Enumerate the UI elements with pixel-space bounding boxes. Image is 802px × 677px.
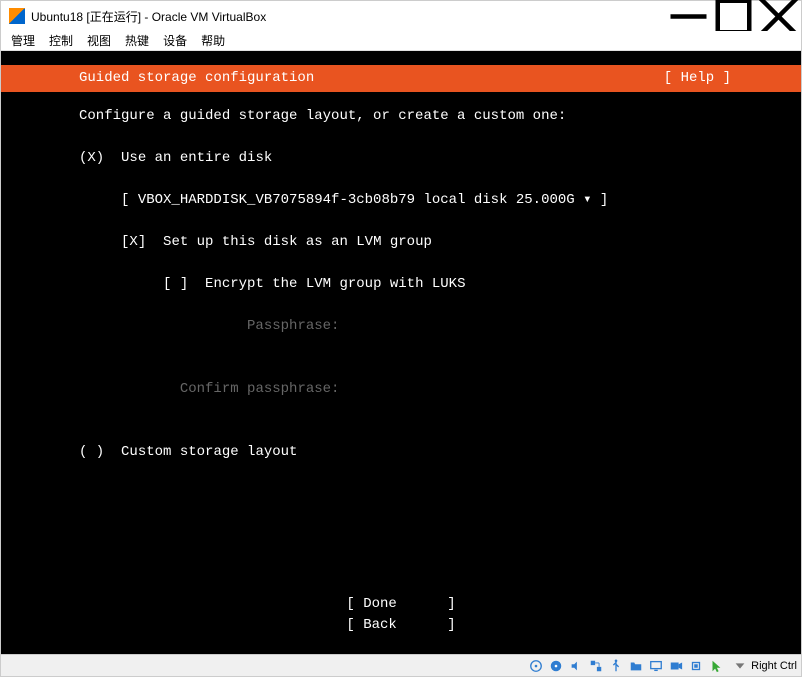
host-key-label: Right Ctrl (751, 660, 797, 672)
installer-header-bar: Guided storage configuration [ Help ] (1, 65, 801, 92)
recording-icon[interactable] (667, 658, 685, 674)
option-entire-disk-marker[interactable]: (X) (79, 150, 104, 166)
luks-checkbox-label: Encrypt the LVM group with LUKS (205, 276, 465, 292)
menubar: 管理 控制 视图 热键 设备 帮助 (1, 31, 801, 51)
optical-drive-icon[interactable] (547, 658, 565, 674)
option-entire-disk-label: Use an entire disk (121, 150, 272, 166)
minimize-button[interactable] (666, 1, 711, 31)
luks-checkbox-marker[interactable]: [ ] (163, 276, 188, 292)
installer-body: Configure a guided storage layout, or cr… (1, 92, 801, 463)
vm-display[interactable]: Guided storage configuration [ Help ] Co… (1, 51, 801, 654)
window-title: Ubuntu18 [正在运行] - Oracle VM VirtualBox (31, 8, 266, 25)
close-button[interactable] (756, 1, 801, 31)
installer-header-title: Guided storage configuration (1, 68, 664, 89)
menu-help[interactable]: 帮助 (201, 32, 225, 49)
hard-disk-icon[interactable] (527, 658, 545, 674)
menu-view[interactable]: 视图 (87, 32, 111, 49)
menu-control[interactable]: 控制 (49, 32, 73, 49)
disk-selector[interactable]: [ VBOX_HARDDISK_VB7075894f-3cb08b79 loca… (121, 192, 608, 208)
statusbar: Right Ctrl (1, 654, 801, 676)
virtualbox-app-icon (9, 8, 25, 24)
lvm-checkbox-label: Set up this disk as an LVM group (163, 234, 432, 250)
option-custom-label: Custom storage layout (121, 444, 297, 460)
help-button[interactable]: [ Help ] (664, 68, 801, 89)
back-button[interactable]: [ Back ] (346, 617, 455, 633)
done-button[interactable]: [ Done ] (346, 596, 455, 612)
usb-icon[interactable] (607, 658, 625, 674)
keyboard-down-icon (733, 659, 747, 673)
network-icon[interactable] (587, 658, 605, 674)
option-custom-marker[interactable]: ( ) (79, 444, 104, 460)
confirm-passphrase-label: Confirm passphrase: (180, 381, 340, 397)
titlebar: Ubuntu18 [正在运行] - Oracle VM VirtualBox (1, 1, 801, 31)
installer-prompt: Configure a guided storage layout, or cr… (79, 108, 566, 124)
display-icon[interactable] (647, 658, 665, 674)
mouse-integration-icon[interactable] (707, 658, 725, 674)
processor-icon[interactable] (687, 658, 705, 674)
menu-hotkeys[interactable]: 热键 (125, 32, 149, 49)
host-key-indicator[interactable]: Right Ctrl (733, 659, 797, 673)
menu-devices[interactable]: 设备 (163, 32, 187, 49)
audio-icon[interactable] (567, 658, 585, 674)
lvm-checkbox-marker[interactable]: [X] (121, 234, 146, 250)
maximize-button[interactable] (711, 1, 756, 31)
installer-buttons: [ Done ] [ Back ] (1, 594, 801, 636)
shared-folders-icon[interactable] (627, 658, 645, 674)
menu-manage[interactable]: 管理 (11, 32, 35, 49)
passphrase-label: Passphrase: (247, 318, 339, 334)
